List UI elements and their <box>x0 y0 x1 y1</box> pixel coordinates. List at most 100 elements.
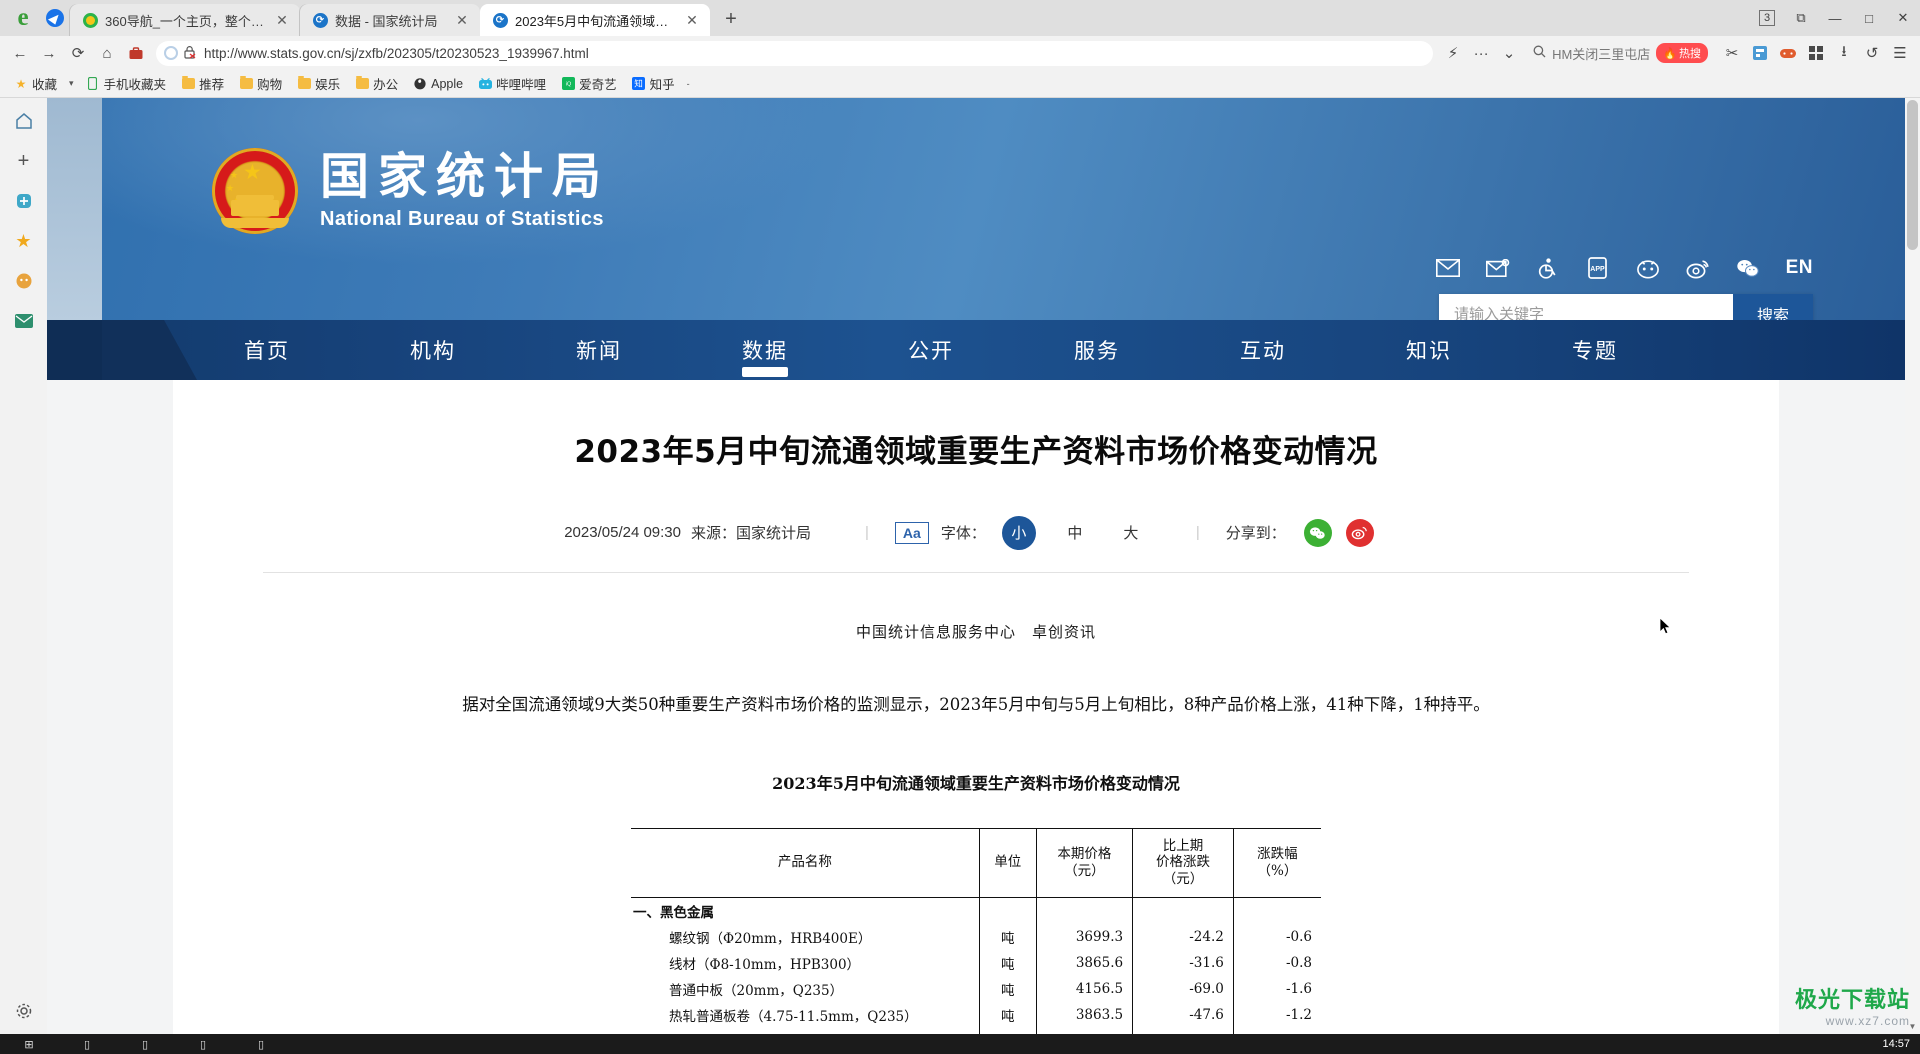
search-input[interactable]: HM关闭三里屯店 🔥 热搜 <box>1524 40 1717 66</box>
scissors-icon[interactable]: ✂ <box>1719 40 1745 66</box>
share-label: 分享到： <box>1225 525 1286 543</box>
bookmark-phone-favorites[interactable]: 手机收藏夹 <box>80 72 173 95</box>
reload-icon[interactable]: ⟳ <box>65 40 91 66</box>
col-unit: 单位 <box>979 827 1037 899</box>
grid-icon[interactable] <box>1803 40 1829 66</box>
bookmark-shopping[interactable]: 购物 <box>233 72 288 95</box>
maximize-button[interactable]: □ <box>1852 0 1886 36</box>
bookmark-recommend[interactable]: 推荐 <box>175 72 230 95</box>
app-icon[interactable]: APP <box>1586 256 1610 280</box>
puzzle-icon[interactable] <box>11 188 37 214</box>
watermark: 极光下载站 www.xz7.com <box>1795 982 1910 1028</box>
bookmark-office[interactable]: 办公 <box>349 72 404 95</box>
face-icon[interactable] <box>11 268 37 294</box>
nav-item-home[interactable]: 首页 <box>217 335 317 365</box>
permissions-icon[interactable] <box>164 46 178 60</box>
col-current-price: 本期价格 （元） <box>1036 827 1134 899</box>
nav-item-org[interactable]: 机构 <box>383 335 483 365</box>
lightning-icon[interactable]: ⚡ <box>1440 40 1466 66</box>
bookmarks-overflow-icon[interactable]: - <box>684 79 693 89</box>
accessibility-icon[interactable] <box>1536 256 1560 280</box>
page-scrollbar[interactable]: ▲ ▼ <box>1905 98 1920 1034</box>
tab-title: 数据 - 国家统计局 <box>335 13 438 29</box>
game-icon[interactable] <box>1775 40 1801 66</box>
weibo-icon[interactable] <box>1686 256 1710 280</box>
stats-icon: ⟳ <box>492 12 508 28</box>
font-size-large[interactable]: 大 <box>1114 516 1148 550</box>
language-en-link[interactable]: EN <box>1786 257 1813 279</box>
menu-icon[interactable]: ☰ <box>1887 40 1913 66</box>
mail-icon[interactable] <box>11 308 37 334</box>
briefcase-icon[interactable] <box>123 40 149 66</box>
browser-tab-1[interactable]: 360导航_一个主页，整个世界 ✕ <box>70 4 300 36</box>
share-wechat-icon[interactable] <box>1303 518 1332 547</box>
star-icon: ★ <box>15 76 27 91</box>
nav-item-news[interactable]: 新闻 <box>549 335 649 365</box>
gov-service-icon[interactable] <box>1636 256 1660 280</box>
split-screen-icon[interactable]: ⧉ <box>1784 0 1818 36</box>
tab-close-icon[interactable]: ✕ <box>684 12 700 28</box>
plus-icon[interactable]: + <box>11 148 37 174</box>
back-icon[interactable]: ← <box>7 40 33 66</box>
forward-icon[interactable]: → <box>36 40 62 66</box>
table-row: 普通中板（20mm，Q235） 吨 4156.5 -69.0 -1.6 <box>631 976 1321 1003</box>
chevron-down-icon[interactable]: ▾ <box>66 78 77 89</box>
bookmark-iqiyi[interactable]: iQ 爱奇艺 <box>555 72 623 95</box>
browser-tab-2[interactable]: ⟳ 数据 - 国家统计局 ✕ <box>300 4 480 36</box>
mail-settings-icon[interactable] <box>1485 256 1510 280</box>
share-weibo-icon[interactable] <box>1345 518 1374 547</box>
bookmark-bilibili[interactable]: 哔哩哔哩 <box>472 72 552 95</box>
logo-text: 国家统计局 National Bureau of Statistics <box>320 151 610 230</box>
taskbar-app-icon[interactable]: ▯ <box>116 1034 174 1054</box>
nav-item-topics[interactable]: 专题 <box>1545 335 1645 365</box>
more-icon[interactable]: ··· <box>1468 40 1494 66</box>
download-icon[interactable]: ⭳ <box>1831 40 1857 66</box>
address-bar[interactable]: http://www.stats.gov.cn/sj/zxfb/202305/t… <box>156 40 1434 66</box>
nav-item-interaction[interactable]: 互动 <box>1213 335 1313 365</box>
home-icon[interactable] <box>11 108 37 134</box>
nav-item-public[interactable]: 公开 <box>881 335 981 365</box>
gear-icon[interactable] <box>11 998 37 1024</box>
nav-item-service[interactable]: 服务 <box>1047 335 1147 365</box>
minimize-button[interactable]: — <box>1818 0 1852 36</box>
nav-item-knowledge[interactable]: 知识 <box>1379 335 1479 365</box>
close-button[interactable]: ✕ <box>1886 0 1920 36</box>
wechat-icon[interactable] <box>1736 256 1760 280</box>
taskbar-app-icon[interactable]: ▯ <box>174 1034 232 1054</box>
star-icon[interactable]: ★ <box>11 228 37 254</box>
tab-close-icon[interactable]: ✕ <box>274 12 290 28</box>
font-size-small[interactable]: 小 <box>1001 515 1036 550</box>
compass-icon[interactable] <box>40 0 70 36</box>
nav-item-data[interactable]: 数据 <box>715 335 815 365</box>
logo-title-cn: 国家统计局 <box>320 148 611 206</box>
table-caption: 2023年5月中旬流通领域重要生产资料市场价格变动情况 <box>772 773 1180 793</box>
bookmark-favorites[interactable]: ★ 收藏 <box>8 72 63 95</box>
bookmark-apple[interactable]: Apple <box>407 75 469 93</box>
insecure-lock-icon[interactable] <box>184 45 198 62</box>
table-row: 一、黑色金属 <box>631 897 1321 925</box>
taskbar-app-icon[interactable]: ▯ <box>58 1034 116 1054</box>
browser-toolbar: ← → ⟳ ⌂ http://www.stats.gov.cn/sj/zxfb/… <box>0 36 1920 70</box>
taskbar-start-icon[interactable]: ⊞ <box>0 1034 58 1054</box>
scrollbar-thumb[interactable] <box>1907 100 1918 250</box>
tab-count-badge[interactable]: 3 <box>1750 0 1784 36</box>
site-header: ★ ★ ★ ★ ★ 国家统计局 National Bureau of Stati… <box>47 98 1905 334</box>
chevron-down-icon[interactable]: ⌄ <box>1496 40 1522 66</box>
taskbar-app-icon[interactable]: ▯ <box>232 1034 290 1054</box>
font-size-icon: Aa <box>894 521 929 544</box>
browser-tab-3[interactable]: ⟳ 2023年5月中旬流通领域重要生 ✕ <box>480 4 710 36</box>
font-size-medium[interactable]: 中 <box>1058 516 1092 550</box>
tab-close-icon[interactable]: ✕ <box>454 12 470 28</box>
undo-icon[interactable]: ↺ <box>1859 40 1885 66</box>
taskbar-clock[interactable]: 14:57 <box>1882 1034 1910 1054</box>
hot-badge[interactable]: 🔥 热搜 <box>1656 43 1708 63</box>
new-tab-button[interactable]: + <box>716 4 746 34</box>
apps-icon[interactable] <box>1747 40 1773 66</box>
home-icon[interactable]: ⌂ <box>94 40 120 66</box>
bookmark-zhihu[interactable]: 知 知乎 <box>626 72 681 95</box>
mail-icon[interactable] <box>1435 256 1460 280</box>
bookmark-entertainment[interactable]: 娱乐 <box>291 72 346 95</box>
search-placeholder: HM关闭三里屯店 <box>1552 46 1651 62</box>
stats-gov-site: ★ ★ ★ ★ ★ 国家统计局 National Bureau of Stati… <box>47 98 1905 1034</box>
site-logo[interactable]: ★ ★ ★ ★ ★ 国家统计局 National Bureau of Stati… <box>212 148 610 234</box>
